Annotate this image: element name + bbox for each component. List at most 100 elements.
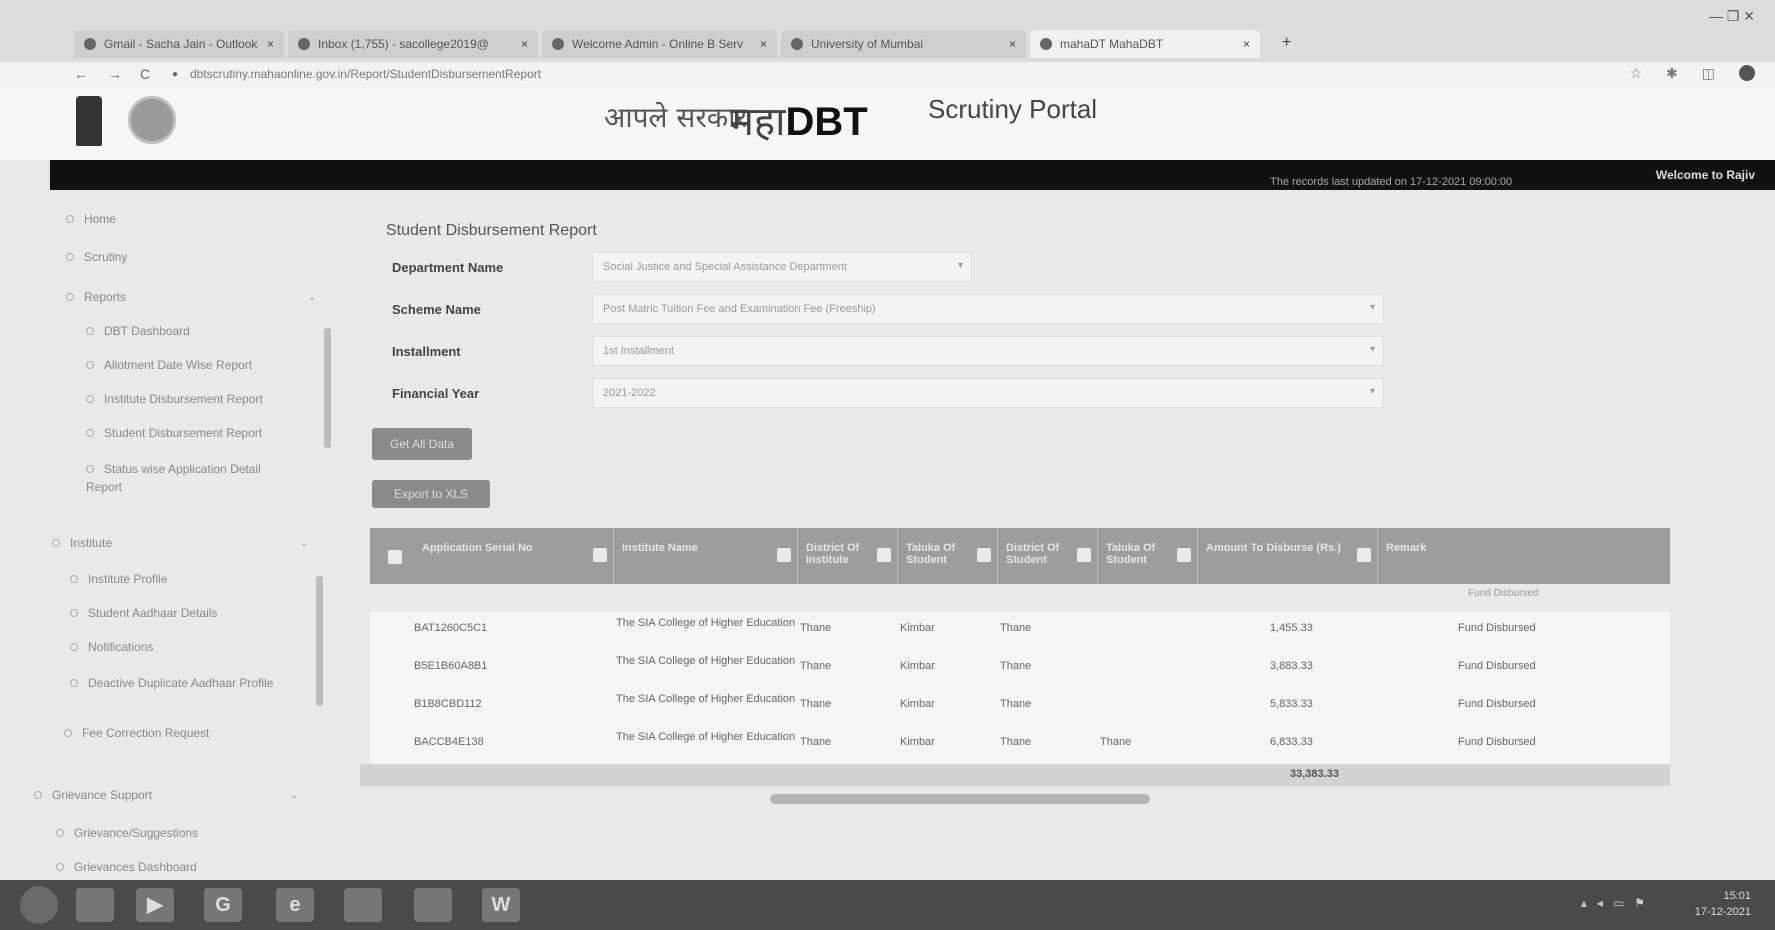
file-explorer-icon[interactable] [76,888,114,922]
sort-icon[interactable] [777,548,791,562]
sidebar-item-allotment-report[interactable]: Allotment Date Wise Report [86,358,252,372]
account-avatar[interactable] [1739,65,1755,81]
column-header[interactable]: Application Serial No [414,528,614,584]
chevron-down-icon: ▾ [957,260,963,271]
table-row[interactable]: BAT1260C5C1 The SIA College of Higher Ed… [370,612,1670,651]
sidebar-item-institute-profile[interactable]: Institute Profile [70,572,167,586]
department-select[interactable]: Social Justice and Special Assistance De… [592,252,972,282]
table-row[interactable]: B1B8CBD112 The SIA College of Higher Edu… [370,688,1670,727]
chevron-down-icon[interactable]: ⌄ [308,292,316,303]
bullet-icon [56,863,64,871]
browser-tab[interactable]: Gmail - Sacha Jain - Outlook × [74,30,284,58]
sidebar-item-institute-disbursement[interactable]: Institute Disbursement Report [86,392,263,406]
sidebar-item-grievance-suggestions[interactable]: Grievance/Suggestions [56,826,198,840]
media-player-icon[interactable]: ▶ [136,888,174,922]
chevron-down-icon[interactable]: ⌄ [300,538,308,549]
sidebar-scrollbar[interactable] [324,328,331,448]
column-header[interactable]: Remark [1378,528,1670,584]
sidebar-item-dbt-dashboard[interactable]: DBT Dashboard [86,324,190,338]
sidebar-item-aadhaar-details[interactable]: Student Aadhaar Details [70,606,217,620]
close-icon[interactable]: × [752,37,767,51]
financial-year-select[interactable]: 2021-2022 ▾ [592,378,1384,408]
mail-icon [298,38,310,50]
close-icon[interactable]: × [513,37,528,51]
sidebar-item-status-report[interactable]: Status wise Application Detail Report [86,460,296,496]
sidebar-item-reports[interactable]: Reports [66,290,126,304]
browser-tab[interactable]: University of Mumbai × [781,30,1026,58]
extensions-icon[interactable]: ✱ [1666,65,1678,82]
back-icon[interactable]: ← [74,66,88,82]
remark-filter-text: Fund Disbursed [1468,588,1539,599]
new-tab-button[interactable]: + [1282,34,1291,52]
sort-icon[interactable] [977,548,991,562]
table-row[interactable]: B5E1B60A8B1 The SIA College of Higher Ed… [370,650,1670,689]
institute-cell: The SIA College of Higher Education [616,731,796,743]
column-header[interactable]: Amount To Disburse (Rs.) [1198,528,1378,584]
export-xls-button[interactable]: Export to XLS [372,480,490,508]
sidebar-scrollbar[interactable] [316,576,323,706]
sidebar-item-scrutiny[interactable]: Scrutiny [66,250,127,264]
sidebar-item-fee-correction[interactable]: Fee Correction Request [64,726,209,740]
browser-tab[interactable]: Inbox (1,755) - sacollege2019@ × [288,30,538,58]
institute-cell: The SIA College of Higher Education [616,655,796,667]
shield-icon[interactable] [414,888,452,922]
portal-title: Scrutiny Portal [928,94,1098,124]
window-controls[interactable]: — ❐ ✕ [1709,8,1755,25]
app-icon[interactable] [344,888,382,922]
close-icon[interactable]: × [1235,37,1250,51]
taluka-cell: Kimbar [900,622,935,634]
application-id-cell: B1B8CBD112 [414,698,482,710]
application-id-cell: BAT1260C5C1 [414,622,488,634]
scheme-select[interactable]: Post Matric Tuition Fee and Examination … [592,294,1384,324]
forward-icon[interactable]: → [108,66,122,82]
sidebar-item-grievance[interactable]: Grievance Support [34,788,152,802]
column-header[interactable]: Taluka Of Student [898,528,998,584]
bookmark-icon[interactable]: ☆ [1629,65,1642,82]
bullet-icon [34,791,42,799]
sidepanel-icon[interactable]: ◫ [1702,65,1715,82]
bullet-icon [66,293,74,301]
close-icon[interactable]: × [259,37,274,51]
reload-icon[interactable]: C [140,66,150,82]
system-tray[interactable]: ▴◂▭⚑ [1581,896,1655,910]
start-button[interactable] [20,886,58,924]
table-row[interactable]: BACCB4E138 The SIA College of Higher Edu… [370,726,1670,765]
installment-label: Installment [392,344,461,359]
column-header[interactable]: District Of Institute [798,528,898,584]
sidebar-item-student-disbursement[interactable]: Student Disbursement Report [86,426,262,440]
sidebar-item-notifications[interactable]: Notifications [70,640,153,654]
amount-cell: 3,883.33 [1270,660,1313,672]
browser-tab-active[interactable]: mahaDT MahaDBT × [1030,30,1260,58]
table-header: Application Serial No Institute Name Dis… [370,528,1670,584]
column-header[interactable]: Institute Name [614,528,798,584]
close-icon[interactable]: × [1001,37,1016,51]
gmail-icon [84,38,96,50]
sort-icon[interactable] [1077,548,1091,562]
sidebar-item-grievance-dashboard[interactable]: Grievances Dashboard [56,860,197,874]
table-horizontal-scrollbar[interactable] [770,794,1150,804]
sort-icon[interactable] [877,548,891,562]
chrome-icon[interactable]: G [204,888,242,922]
sidebar-item-deactive-duplicate[interactable]: Deactive Duplicate Aadhaar Profile [70,674,280,692]
browser-toolbar: ☆ ✱ ◫ [1629,65,1755,82]
get-all-data-button[interactable]: Get All Data [372,428,472,460]
welcome-text: Welcome to Rajiv [1655,168,1755,182]
sidebar-item-institute[interactable]: Institute [52,536,112,550]
system-clock[interactable]: 15:01 17-12-2021 [1695,888,1751,920]
ie-icon[interactable]: e [276,888,314,922]
chevron-down-icon[interactable]: ⌄ [290,790,298,801]
word-icon[interactable]: W [482,888,520,922]
select-all-checkbox[interactable] [388,550,402,564]
sidebar-item-home[interactable]: Home [66,212,116,226]
sort-icon[interactable] [1357,548,1371,562]
globe-icon [552,38,564,50]
column-header[interactable]: District Of Student [998,528,1098,584]
sort-icon[interactable] [1177,548,1191,562]
sort-icon[interactable] [593,548,607,562]
installment-select[interactable]: 1st Installment ▾ [592,336,1384,366]
last-updated-note: The records last updated on 17-12-2021 0… [1270,176,1513,188]
column-header[interactable]: Taluka Of Student [1098,528,1198,584]
url-field[interactable]: dbtscrutiny.mahaonline.gov.in/Report/Stu… [190,67,890,81]
os-taskbar: ▶ G e W ▴◂▭⚑ 15:01 17-12-2021 [0,880,1775,930]
browser-tab[interactable]: Welcome Admin - Online B Serv × [542,30,777,58]
